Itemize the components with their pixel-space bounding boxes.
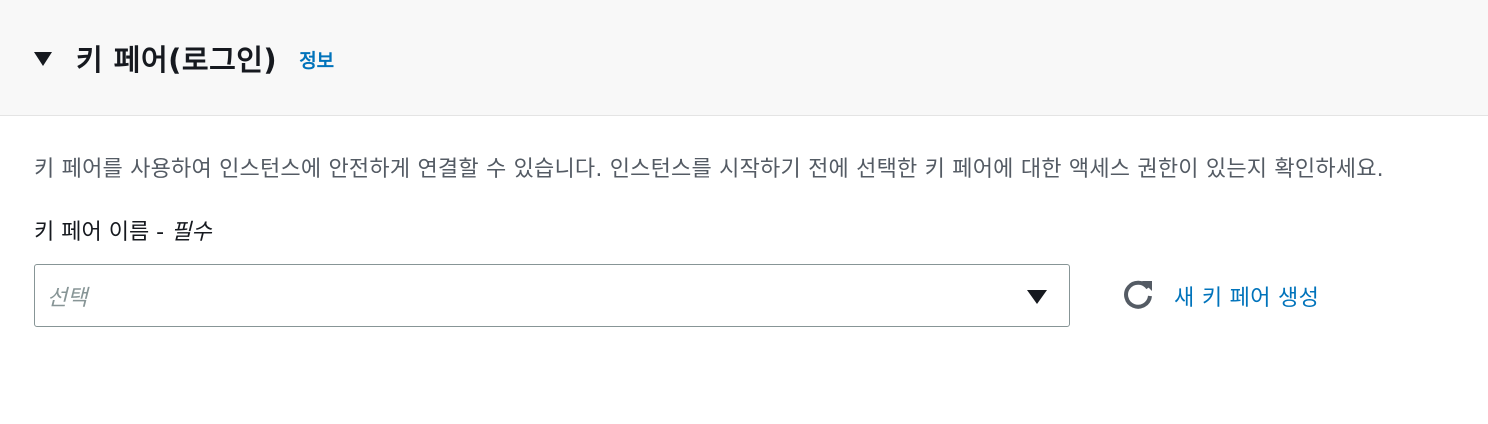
caret-down-icon [1027,289,1047,304]
key-pair-select[interactable]: 선택 [34,264,1070,327]
section-title: 키 페어(로그인) [76,42,278,77]
panel-header: 키 페어(로그인) 정보 [0,0,1488,116]
section-collapse-toggle[interactable]: 키 페어(로그인) [34,37,277,79]
caret-down-icon[interactable] [34,51,52,66]
field-label-text: 키 페어 이름 - [34,220,172,245]
create-key-pair-link[interactable]: 새 키 페어 생성 [1174,280,1319,312]
section-description: 키 페어를 사용하여 인스턴스에 안전하게 연결할 수 있습니다. 인스턴스를 … [34,157,1384,182]
select-placeholder: 선택 [47,285,88,311]
info-link[interactable]: 정보 [299,46,334,73]
required-indicator: 필수 [171,220,212,245]
panel-body: 키 페어를 사용하여 인스턴스에 안전하게 연결할 수 있습니다. 인스턴스를 … [0,116,1488,327]
key-pair-panel: 키 페어(로그인) 정보 키 페어를 사용하여 인스턴스에 안전하게 연결할 수… [0,0,1488,424]
refresh-button[interactable] [1118,276,1158,316]
refresh-icon [1121,277,1155,315]
key-pair-name-label: 키 페어 이름 - 필수 [34,218,1454,248]
key-pair-field-row: 선택 새 키 페어 생성 [34,264,1454,327]
